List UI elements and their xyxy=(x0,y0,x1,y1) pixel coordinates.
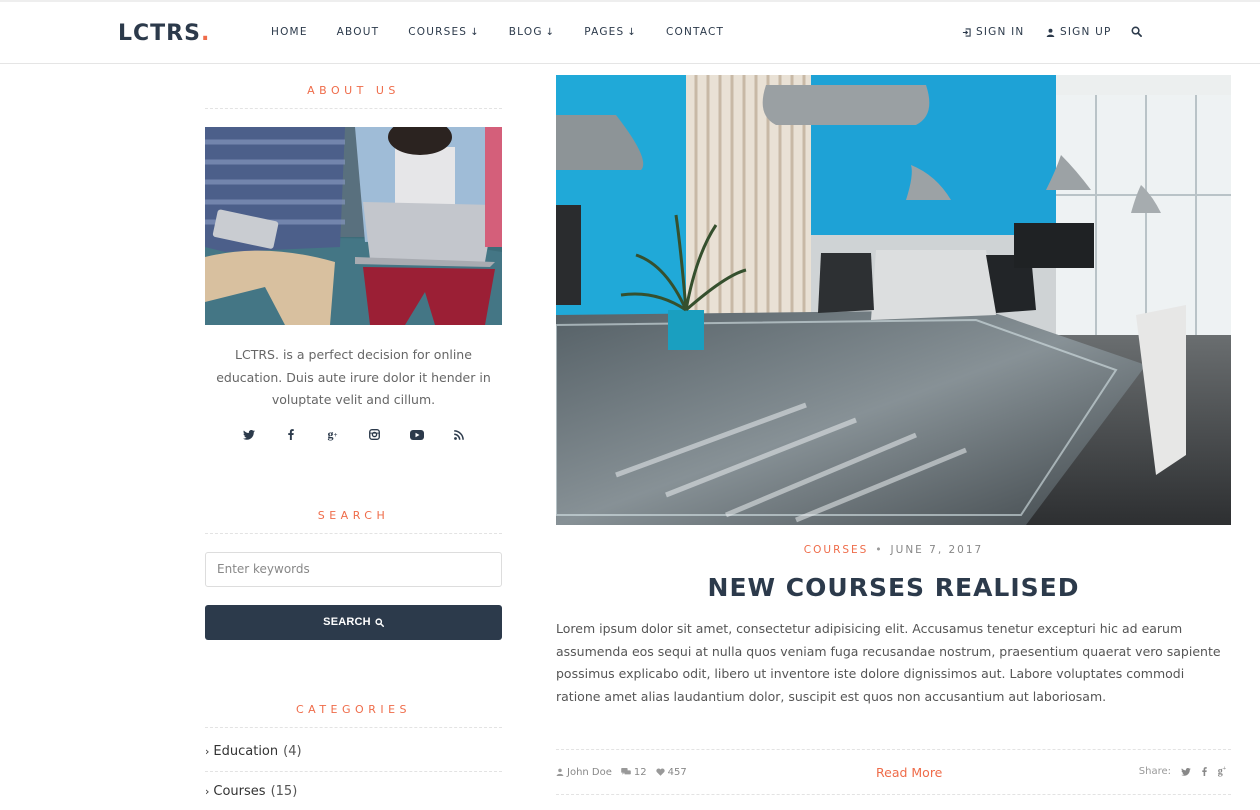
about-text: LCTRS. is a perfect decision for online … xyxy=(216,347,491,407)
nav-item-courses[interactable]: COURSES ↓ xyxy=(408,26,480,38)
category-count: (15) xyxy=(270,783,298,799)
post-excerpt: Lorem ipsum dolor sit amet, consectetur … xyxy=(556,621,1221,705)
comment-count: 12 xyxy=(633,766,647,778)
logo[interactable]: LCTRS. xyxy=(118,21,210,46)
nav-item-pages[interactable]: PAGES ↓ xyxy=(584,26,637,38)
category-item-education[interactable]: › Education (4) xyxy=(205,732,502,772)
chevron-right-icon: › xyxy=(205,744,210,758)
post-author[interactable]: John Doe xyxy=(556,767,612,778)
category-label: Education xyxy=(213,743,279,759)
author-name: John Doe xyxy=(567,766,612,778)
nav-label: HOME xyxy=(271,26,308,38)
nav-label: PAGES xyxy=(584,26,625,38)
sign-in-label: SIGN IN xyxy=(976,26,1025,38)
sign-in-link[interactable]: SIGN IN xyxy=(962,26,1024,38)
twitter-icon[interactable] xyxy=(1177,767,1195,776)
search-widget-title: SEARCH xyxy=(205,509,502,534)
arrow-down-icon: ↓ xyxy=(470,27,480,38)
main-nav: HOME ABOUT COURSES ↓ BLOG ↓ PAGES ↓ CONTACT xyxy=(271,26,753,38)
instagram-icon[interactable] xyxy=(354,428,396,442)
sign-in-icon xyxy=(962,27,971,37)
post-comments[interactable]: 12 xyxy=(621,767,647,778)
post-image[interactable] xyxy=(556,75,1231,525)
post-meta: COURSES • JUNE 7, 2017 xyxy=(556,544,1231,556)
heart-icon xyxy=(655,768,665,776)
meta-separator: • xyxy=(875,544,884,556)
logo-text: LCTRS xyxy=(118,21,201,46)
post-title[interactable]: NEW COURSES REALISED xyxy=(556,573,1231,602)
read-more-link[interactable]: Read More xyxy=(876,765,942,780)
arrow-down-icon: ↓ xyxy=(545,27,556,38)
site-header: LCTRS. HOME ABOUT COURSES ↓ BLOG ↓ PAGES ↓ … xyxy=(0,0,1260,64)
sidebar: ABOUT US LCTRS. is a perfect decision fo xyxy=(205,64,502,810)
blog-post: COURSES • JUNE 7, 2017 NEW COURSES REALISE… xyxy=(556,75,1231,795)
nav-label: COURSES xyxy=(408,26,468,38)
post-category[interactable]: COURSES xyxy=(804,544,869,556)
search-button[interactable]: SEARCH xyxy=(205,604,502,640)
nav-item-home[interactable]: HOME xyxy=(271,26,308,38)
category-label: Courses xyxy=(213,783,266,799)
share-links: Share: g + xyxy=(1139,766,1231,777)
nav-item-about[interactable]: ABOUT xyxy=(337,26,380,38)
post-footer: John Doe 12 457 Read More Share: g + xyxy=(556,749,1231,795)
search-input[interactable] xyxy=(205,551,502,587)
rss-icon[interactable] xyxy=(438,428,480,442)
comments-icon xyxy=(621,768,631,775)
twitter-icon[interactable] xyxy=(228,428,270,442)
share-label: Share: xyxy=(1138,766,1171,777)
sign-up-label: SIGN UP xyxy=(1060,26,1112,38)
social-links: g + xyxy=(205,427,502,442)
category-count: (4) xyxy=(283,743,302,759)
google-plus-icon[interactable]: g + xyxy=(1213,766,1231,777)
logo-dot: . xyxy=(200,21,211,46)
nav-item-contact[interactable]: CONTACT xyxy=(666,26,724,38)
post-likes[interactable]: 457 xyxy=(655,766,687,778)
search-toggle[interactable] xyxy=(1131,26,1142,37)
categories-widget-title: CATEGORIES xyxy=(205,703,502,728)
facebook-icon[interactable] xyxy=(270,428,312,442)
arrow-down-icon: ↓ xyxy=(627,27,637,38)
youtube-icon[interactable] xyxy=(396,428,438,442)
search-icon xyxy=(375,617,384,627)
nav-label: ABOUT xyxy=(336,26,380,38)
user-icon xyxy=(556,768,564,776)
post-date: JUNE 7, 2017 xyxy=(890,544,984,556)
search-icon xyxy=(1131,26,1142,37)
nav-item-blog[interactable]: BLOG ↓ xyxy=(509,26,555,38)
search-button-label: SEARCH xyxy=(323,616,371,628)
category-item-courses[interactable]: › Courses (15) xyxy=(205,772,502,810)
sign-up-link[interactable]: SIGN UP xyxy=(1046,26,1112,38)
like-count: 457 xyxy=(667,766,687,778)
user-icon xyxy=(1046,28,1055,37)
about-image xyxy=(205,127,502,325)
facebook-icon[interactable] xyxy=(1195,767,1213,776)
about-widget-title: ABOUT US xyxy=(205,84,502,109)
nav-label: CONTACT xyxy=(665,26,725,38)
nav-label: BLOG xyxy=(508,26,543,38)
chevron-right-icon: › xyxy=(205,784,210,798)
google-plus-icon[interactable]: g + xyxy=(312,427,354,442)
